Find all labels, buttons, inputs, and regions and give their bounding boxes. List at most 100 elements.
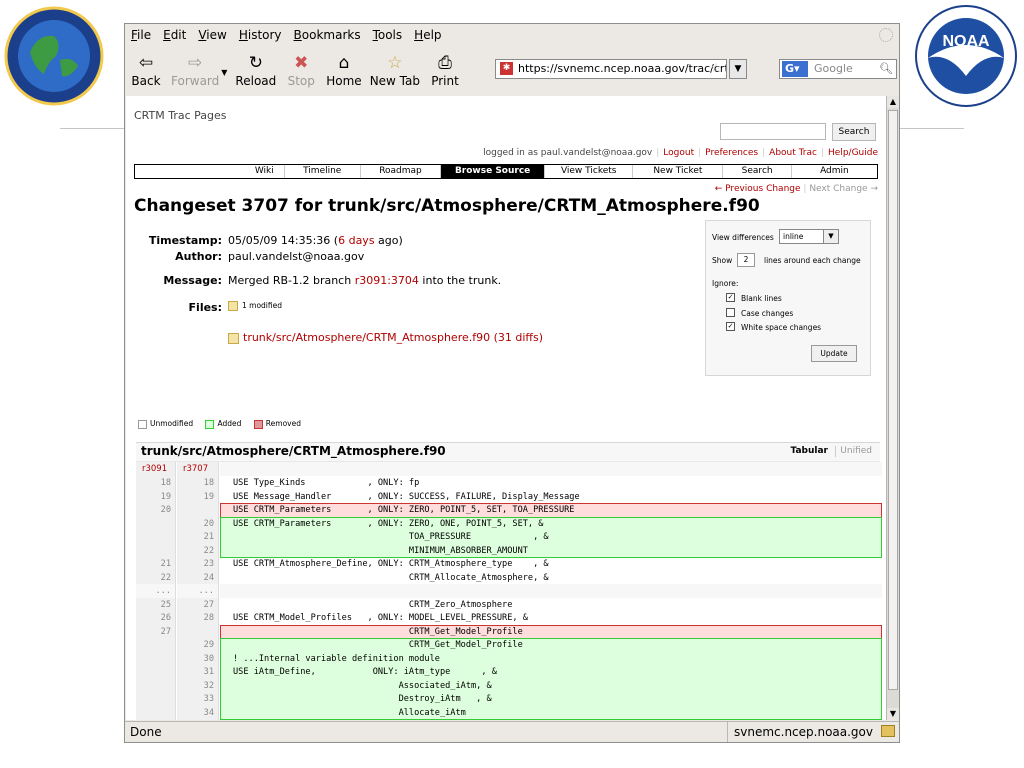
- trac-search-input[interactable]: [720, 123, 826, 140]
- context-lines-input[interactable]: 2: [737, 253, 755, 267]
- view-differences-select[interactable]: inline ▼: [779, 229, 839, 244]
- old-line-number[interactable]: 21: [136, 557, 176, 571]
- tab-wiki[interactable]: Wiki: [135, 165, 284, 178]
- new-line-number[interactable]: 31: [177, 665, 219, 679]
- bookmark-star-icon[interactable]: ☆: [710, 60, 722, 78]
- url-dropdown-icon[interactable]: ▼: [729, 59, 747, 79]
- search-icon[interactable]: 🔍︎: [879, 60, 893, 78]
- new-line-number[interactable]: 24: [177, 570, 219, 585]
- old-line-number[interactable]: [136, 516, 176, 531]
- new-line-number[interactable]: 18: [177, 476, 219, 490]
- ignore-case-changes-checkbox[interactable]: [726, 308, 735, 317]
- new-line-number[interactable]: [177, 503, 219, 517]
- old-line-number[interactable]: [136, 692, 176, 706]
- tab-admin[interactable]: Admin: [790, 165, 877, 178]
- old-line-number[interactable]: 27: [136, 624, 176, 639]
- revision-range-link[interactable]: r3091:3704: [355, 274, 419, 287]
- menu-history[interactable]: History: [239, 28, 282, 42]
- new-line-number[interactable]: 20: [177, 516, 219, 531]
- old-line-number[interactable]: 28: [136, 719, 176, 720]
- tabular-view-toggle[interactable]: Tabular: [791, 446, 829, 456]
- file-diffs-link[interactable]: (31 diffs): [494, 331, 543, 344]
- new-revision-link[interactable]: r3707: [177, 462, 219, 476]
- search-engine-icon[interactable]: G▾: [782, 61, 808, 77]
- tab-search[interactable]: Search: [722, 165, 790, 178]
- menu-file[interactable]: File: [131, 28, 151, 42]
- new-line-number[interactable]: 21: [177, 530, 219, 544]
- ignore-whitespace-checkbox[interactable]: ✓: [726, 322, 735, 331]
- menu-tools[interactable]: Tools: [373, 28, 403, 42]
- back-button[interactable]: ⇦ Back: [129, 46, 163, 88]
- tab-timeline[interactable]: Timeline: [283, 165, 360, 178]
- about-trac-link[interactable]: About Trac: [769, 148, 817, 158]
- diff-file-name[interactable]: trunk/src/Atmosphere/CRTM_Atmosphere.f90: [141, 444, 446, 458]
- changeset-pager: ← Previous Change | Next Change →: [714, 184, 878, 194]
- old-line-number[interactable]: 19: [136, 489, 176, 504]
- history-dropdown-icon[interactable]: ▼: [221, 46, 227, 77]
- diff-code-line: USE Type_Kinds , ONLY: fp: [233, 478, 420, 488]
- old-line-number[interactable]: [136, 665, 176, 679]
- new-line-number[interactable]: 35: [177, 719, 219, 720]
- preferences-link[interactable]: Preferences: [705, 148, 758, 158]
- tab-browse-source[interactable]: Browse Source: [440, 165, 545, 178]
- old-line-number[interactable]: [136, 543, 176, 558]
- old-line-number[interactable]: [136, 705, 176, 720]
- tab-new-ticket[interactable]: New Ticket: [632, 165, 722, 178]
- new-line-number[interactable]: 34: [177, 705, 219, 720]
- new-line-number[interactable]: [177, 624, 219, 639]
- web-search-input[interactable]: G▾ Google 🔍︎: [779, 59, 897, 79]
- old-line-number[interactable]: 20: [136, 503, 176, 517]
- padlock-icon[interactable]: [881, 725, 895, 737]
- file-link[interactable]: trunk/src/Atmosphere/CRTM_Atmosphere.f90: [243, 331, 490, 344]
- reload-button[interactable]: ↻ Reload: [235, 46, 276, 88]
- menu-help[interactable]: Help: [414, 28, 441, 42]
- new-line-number[interactable]: 19: [177, 489, 219, 504]
- url-bar[interactable]: ✱ https://svnemc.ncep.noaa.gov/trac/crtm…: [495, 59, 727, 79]
- stop-button[interactable]: ✖ Stop: [284, 46, 318, 88]
- menu-edit[interactable]: Edit: [163, 28, 186, 42]
- logged-in-text: logged in as paul.vandelst@noaa.gov: [483, 148, 653, 158]
- old-line-number[interactable]: [136, 638, 176, 652]
- diff-code-line: [220, 584, 882, 598]
- old-line-number[interactable]: 26: [136, 611, 176, 625]
- menu-view[interactable]: View: [198, 28, 226, 42]
- scroll-down-icon[interactable]: ▼: [887, 708, 899, 720]
- timestamp-ago-link[interactable]: 6 days: [338, 234, 374, 247]
- home-button[interactable]: ⌂ Home: [326, 46, 361, 88]
- previous-change-link[interactable]: ← Previous Change: [715, 184, 801, 194]
- update-button[interactable]: Update: [811, 345, 857, 362]
- forward-arrow-icon: ⇨: [188, 53, 203, 73]
- new-line-number[interactable]: 33: [177, 692, 219, 706]
- logout-link[interactable]: Logout: [663, 148, 694, 158]
- vertical-scrollbar[interactable]: ▲ ▼: [886, 96, 899, 720]
- tab-roadmap[interactable]: Roadmap: [359, 165, 440, 178]
- new-tab-button[interactable]: ☆ New Tab: [370, 46, 420, 88]
- new-line-number[interactable]: 22: [177, 543, 219, 558]
- old-line-number[interactable]: [136, 651, 176, 666]
- new-line-number[interactable]: 32: [177, 678, 219, 693]
- old-line-number[interactable]: [136, 530, 176, 544]
- tab-view-tickets[interactable]: View Tickets: [544, 165, 632, 178]
- forward-button[interactable]: ⇨ Forward: [171, 46, 219, 88]
- help-guide-link[interactable]: Help/Guide: [828, 148, 878, 158]
- ignore-blank-lines-checkbox[interactable]: ✓: [726, 293, 735, 302]
- new-line-number[interactable]: 27: [177, 597, 219, 612]
- menu-bookmarks[interactable]: Bookmarks: [294, 28, 361, 42]
- unified-view-toggle[interactable]: Unified: [840, 446, 872, 456]
- scroll-up-icon[interactable]: ▲: [887, 96, 899, 108]
- old-line-number[interactable]: 18: [136, 476, 176, 490]
- trac-search-button[interactable]: Search: [832, 123, 876, 141]
- print-button[interactable]: ⎙ Print: [428, 46, 462, 88]
- old-line-number[interactable]: 25: [136, 597, 176, 612]
- new-line-number[interactable]: 28: [177, 611, 219, 625]
- scrollbar-thumb[interactable]: [888, 110, 898, 690]
- old-line-number[interactable]: ...: [136, 584, 176, 598]
- trac-site-title[interactable]: CRTM Trac Pages: [134, 109, 227, 122]
- new-line-number[interactable]: 30: [177, 651, 219, 666]
- new-line-number[interactable]: ...: [177, 584, 219, 598]
- old-revision-link[interactable]: r3091: [136, 462, 176, 476]
- new-line-number[interactable]: 23: [177, 557, 219, 571]
- new-line-number[interactable]: 29: [177, 638, 219, 652]
- old-line-number[interactable]: 22: [136, 570, 176, 585]
- old-line-number[interactable]: [136, 678, 176, 693]
